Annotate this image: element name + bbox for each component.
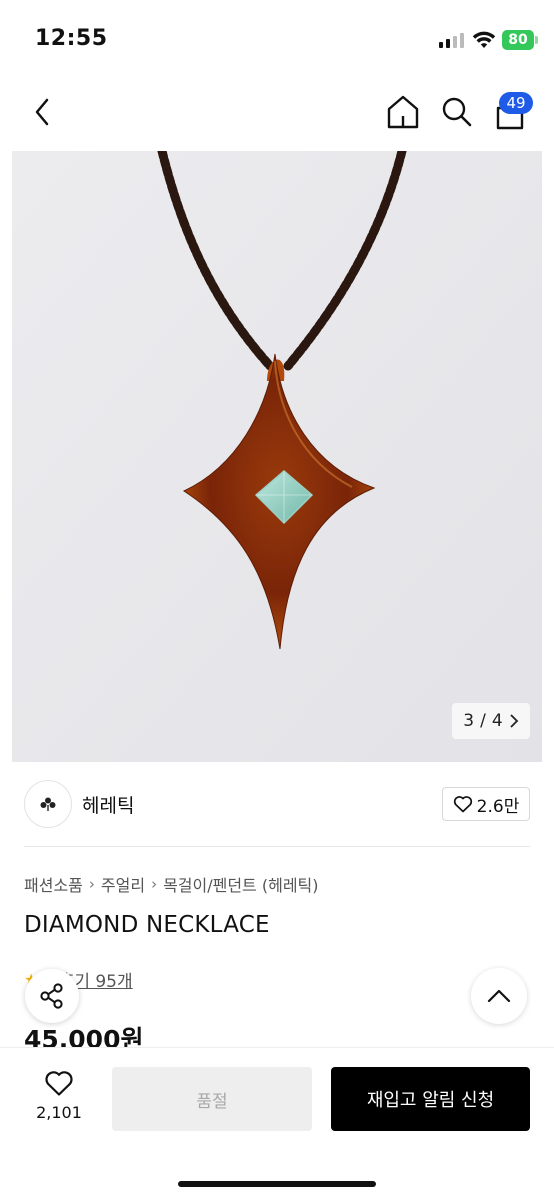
product-image[interactable] <box>12 151 542 762</box>
back-button[interactable] <box>26 92 58 132</box>
home-indicator <box>178 1181 376 1187</box>
divider <box>24 846 530 847</box>
sold-out-button[interactable]: 품절 <box>112 1067 312 1131</box>
image-counter-total: 4 <box>491 711 503 731</box>
breadcrumb: 패션소품 › 주얼리 › 목걸이/펜던트 (헤레틱) <box>24 872 319 896</box>
image-counter-separator: / <box>480 711 486 731</box>
chevron-up-icon <box>487 989 511 1003</box>
brand-name[interactable]: 헤레틱 <box>82 791 134 818</box>
battery-icon: 80 <box>502 30 534 50</box>
search-icon <box>442 97 472 127</box>
brand-logo[interactable] <box>24 780 72 828</box>
chevron-right-icon: › <box>88 875 95 893</box>
breadcrumb-item-fashion-accessories[interactable]: 패션소품 <box>24 872 83 896</box>
chevron-right-icon <box>510 714 518 728</box>
breadcrumb-item-jewelry[interactable]: 주얼리 <box>101 872 145 896</box>
breadcrumb-item-necklace[interactable]: 목걸이/펜던트 (헤레틱) <box>163 872 318 896</box>
wifi-icon <box>472 30 496 54</box>
image-counter-current: 3 <box>463 711 475 731</box>
necklace-photo <box>12 151 542 762</box>
cellular-signal-icon <box>439 33 464 48</box>
product-title: DIAMOND NECKLACE <box>24 912 270 938</box>
search-button[interactable] <box>440 94 474 130</box>
home-button[interactable] <box>385 93 421 131</box>
battery-tip <box>535 36 538 44</box>
image-counter[interactable]: 3 / 4 <box>452 703 530 739</box>
cart-count-badge: 49 <box>499 92 533 114</box>
chevron-right-icon: › <box>151 875 158 893</box>
brand-like-count: 2.6만 <box>476 796 520 817</box>
status-time: 12:55 <box>35 26 108 51</box>
heart-outline-icon <box>453 796 472 813</box>
chevron-left-icon <box>35 98 49 126</box>
clover-logo-icon <box>40 797 56 811</box>
restock-notify-button[interactable]: 재입고 알림 신청 <box>331 1067 530 1131</box>
home-icon <box>387 95 419 129</box>
product-like-count: 2,101 <box>36 1103 82 1122</box>
product-like-button[interactable]: 2,101 <box>28 1069 90 1122</box>
brand-like-button[interactable]: 2.6만 <box>442 787 530 821</box>
scroll-to-top-button[interactable] <box>471 968 527 1024</box>
heart-outline-icon <box>45 1071 73 1096</box>
share-icon <box>40 983 63 1009</box>
share-button[interactable] <box>25 969 79 1023</box>
